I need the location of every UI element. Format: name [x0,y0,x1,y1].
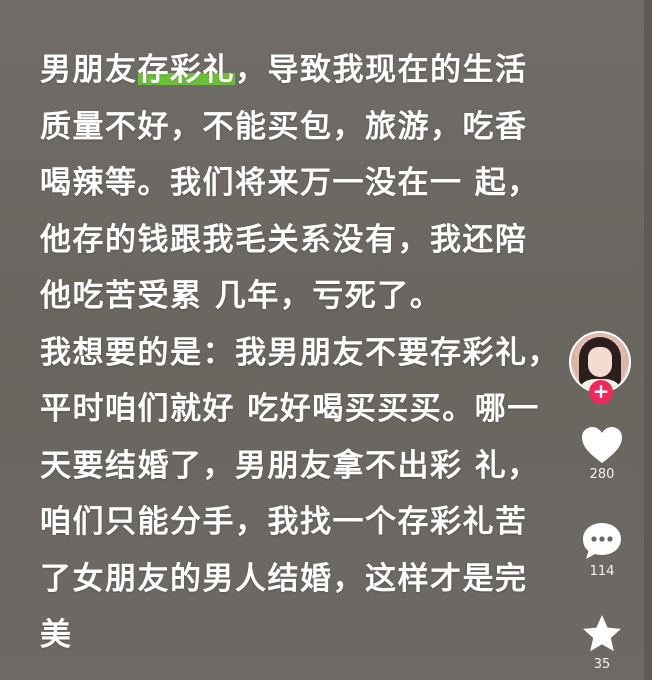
post-line-6: 我想要的是：我男朋友不要存彩礼， [40,334,560,371]
post-line-5: 他吃苦受累 几年，亏死了。 [40,278,443,314]
post-line-2: 质量不好，不能买包，旅游，吃香 [40,108,528,145]
post-text: 男朋友存彩礼，导致我现在的生活 质量不好，不能买包，旅游，吃香 喝辣等。我们将来… [40,42,600,664]
post-line-1-start: 男朋友 [40,52,138,88]
avatar-face [588,347,612,377]
follow-button[interactable]: + [589,380,613,404]
comment-button[interactable]: 114 [560,520,644,579]
video-screen: 男朋友存彩礼，导致我现在的生活 质量不好，不能买包，旅游，吃香 喝辣等。我们将来… [0,0,652,680]
favorite-button[interactable]: 35 [560,613,644,672]
post-line-8: 天要结婚了，男朋友拿不出彩 礼， [40,447,540,484]
post-line-4: 他存的钱跟我毛关系没有，我还陪 [40,221,528,258]
heart-icon [582,427,622,463]
comment-count: 114 [589,564,615,579]
post-line-10: 了女朋友的男人结婚，这样才是完 [40,560,528,597]
post-line-3: 喝辣等。我们将来万一没在一 起， [40,165,540,201]
like-count: 280 [589,467,615,482]
favorite-count: 35 [593,657,611,672]
post-line-7: 平时咱们就好 吃好喝买买买。哪一 [40,391,540,427]
post-line-9: 咱们只能分手，我找一个存彩礼苦 [40,504,528,540]
right-edge [644,0,652,680]
comment-bubble-icon [583,523,621,559]
highlighted-phrase: 存彩礼 [137,52,235,88]
post-line-1: 男朋友存彩礼，导致我现在的生活 [40,42,600,99]
post-line-1-end: ，导致我现在的生活 [235,52,528,88]
action-sidebar: + 280 114 35 [560,325,644,680]
like-button[interactable]: 280 [560,425,644,482]
post-line-11: 美 [40,617,73,653]
star-icon [583,615,621,652]
